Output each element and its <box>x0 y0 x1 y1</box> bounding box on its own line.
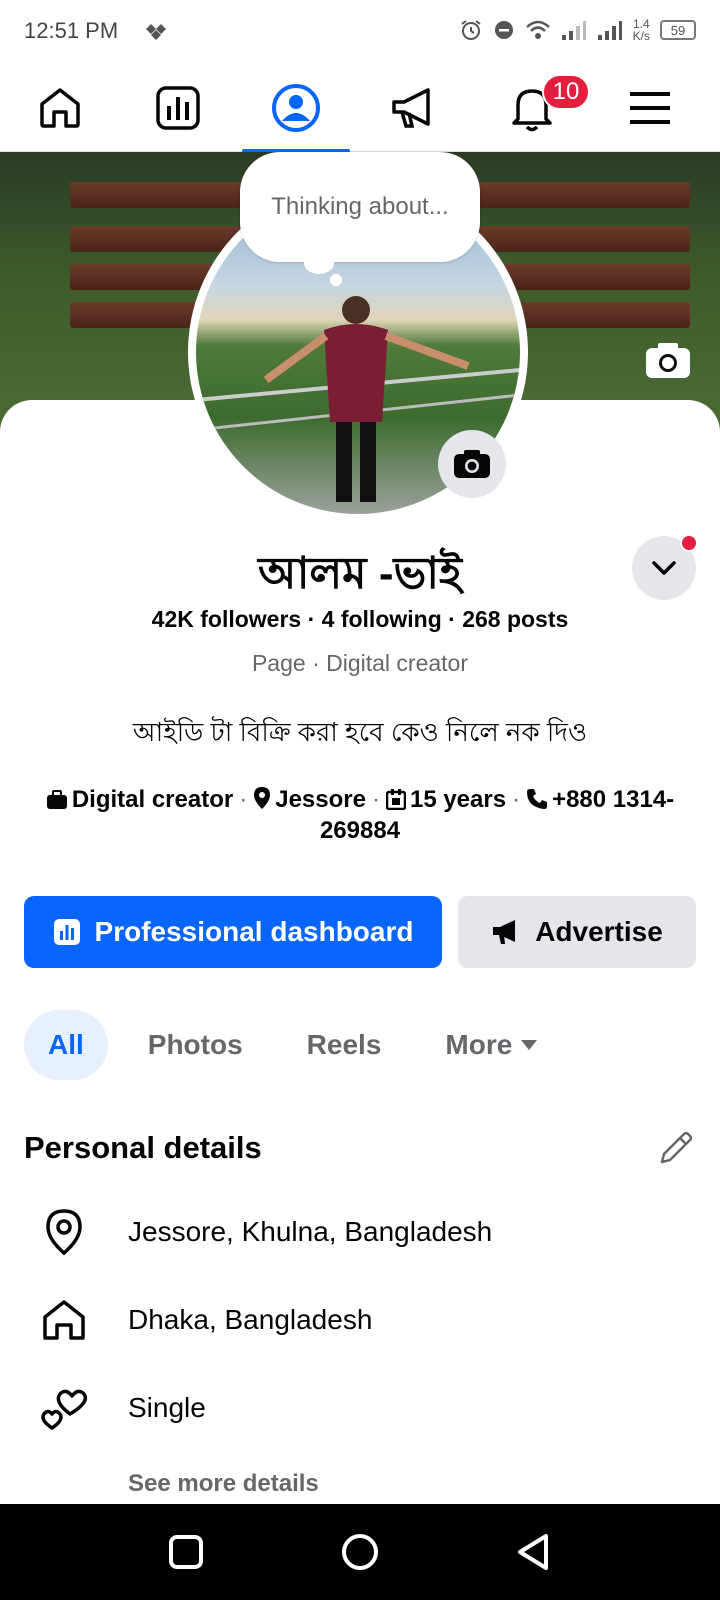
profile-tabs: All Photos Reels More <box>24 1010 578 1080</box>
detail-icon-wrapper <box>38 1382 90 1434</box>
location-pin-icon <box>46 1209 82 1256</box>
notification-badge: 10 <box>542 74 590 110</box>
advertise-button[interactable]: Advertise <box>458 896 696 968</box>
see-more-details-link[interactable]: See more details <box>128 1470 319 1498</box>
intro-category: Digital creator <box>71 786 234 813</box>
detail-text: Jessore, Khulna, Bangladesh <box>128 1216 493 1247</box>
signal-icon-2 <box>597 21 622 40</box>
back-icon[interactable] <box>514 1532 554 1572</box>
tab-label: All <box>48 1029 84 1060</box>
profile-stats[interactable]: 42K followers · 4 following · 268 posts <box>0 606 720 633</box>
status-bar: 12:51 PM 1.4 K/s 59 <box>0 0 720 64</box>
professional-dashboard-button[interactable]: Professional dashboard <box>24 896 442 968</box>
status-icons: 1.4 K/s 59 <box>459 18 696 42</box>
detail-row-hometown[interactable]: Dhaka, Bangladesh <box>0 1290 720 1350</box>
dropdown-alert-dot <box>680 534 698 552</box>
top-navigation: 10 <box>0 64 720 153</box>
home-icon <box>43 1300 85 1340</box>
intro-location: Jessore <box>275 786 366 813</box>
app-notification-icon <box>146 24 166 40</box>
separator: · <box>239 786 248 813</box>
menu-icon <box>630 92 670 124</box>
location-pin-icon <box>254 787 271 809</box>
nav-notifications[interactable]: 10 <box>472 64 592 152</box>
battery-indicator: 59 <box>660 20 696 40</box>
caret-down-icon <box>521 1040 538 1050</box>
thought-bubble-dot <box>304 252 334 274</box>
profile-name: আলম -ভাই <box>258 549 462 598</box>
status-time: 12:51 PM <box>24 18 119 43</box>
detail-row-current-city[interactable]: Jessore, Khulna, Bangladesh <box>0 1202 720 1262</box>
calendar-icon <box>385 789 407 811</box>
network-speed: 1.4 K/s <box>633 18 650 42</box>
detail-icon-wrapper <box>38 1294 90 1346</box>
profile-bio: আইডি টা বিক্রি করা হবে কেও নিলে নক দিও <box>132 717 588 747</box>
cover-camera-icon[interactable] <box>644 340 692 380</box>
tab-label: Photos <box>147 1029 243 1060</box>
thought-bubble-dot <box>330 274 342 286</box>
detail-row-relationship[interactable]: Single <box>0 1378 720 1438</box>
android-navigation-bar <box>0 1504 720 1600</box>
dashboard-icon <box>53 919 80 945</box>
tab-label: More <box>445 1029 513 1060</box>
network-speed-unit: K/s <box>632 29 650 43</box>
do-not-disturb-icon <box>494 21 513 39</box>
nav-home[interactable] <box>0 64 120 152</box>
tab-all[interactable]: All <box>24 1010 108 1080</box>
tab-photos[interactable]: Photos <box>124 1010 267 1080</box>
signal-icon-1 <box>561 21 586 40</box>
thinking-bubble[interactable]: Thinking about... <box>240 152 480 262</box>
tab-reels[interactable]: Reels <box>283 1010 406 1080</box>
intro-info: Digital creator · Jessore · 15 years · +880 13… <box>40 784 680 846</box>
recent-apps-icon[interactable] <box>166 1532 206 1572</box>
thinking-prompt: Thinking about... <box>271 193 449 220</box>
personal-details-title: Personal details <box>24 1130 262 1165</box>
profile-icon <box>272 84 320 132</box>
megaphone-icon <box>493 920 516 944</box>
tab-more[interactable]: More <box>421 1010 562 1080</box>
page-type: Page · Digital creator <box>251 650 469 676</box>
nav-ads[interactable] <box>354 64 474 152</box>
profile-camera-button[interactable] <box>438 430 506 498</box>
separator: · <box>371 786 380 813</box>
home-icon <box>40 88 80 128</box>
edit-pencil-icon[interactable] <box>658 1130 694 1166</box>
separator: · <box>512 786 521 813</box>
nav-menu[interactable] <box>590 64 710 152</box>
chevron-down-icon <box>652 561 676 575</box>
detail-icon-wrapper <box>38 1206 90 1258</box>
tab-label: Reels <box>306 1029 382 1060</box>
home-button-icon[interactable] <box>340 1532 380 1572</box>
detail-text: Dhaka, Bangladesh <box>128 1304 373 1335</box>
camera-icon <box>454 450 490 478</box>
advertise-button-label: Advertise <box>535 916 663 947</box>
alarm-icon <box>461 20 481 40</box>
dashboard-button-label: Professional dashboard <box>94 916 414 947</box>
nav-profile[interactable] <box>236 64 356 153</box>
detail-text: Single <box>128 1392 206 1423</box>
nav-dashboard[interactable] <box>118 64 238 152</box>
phone-icon <box>527 789 548 809</box>
megaphone-icon <box>392 88 430 128</box>
wifi-icon <box>525 20 550 39</box>
hearts-icon <box>41 1389 88 1430</box>
briefcase-icon <box>46 790 67 809</box>
dashboard-icon <box>156 86 200 130</box>
intro-years: 15 years <box>409 786 507 813</box>
